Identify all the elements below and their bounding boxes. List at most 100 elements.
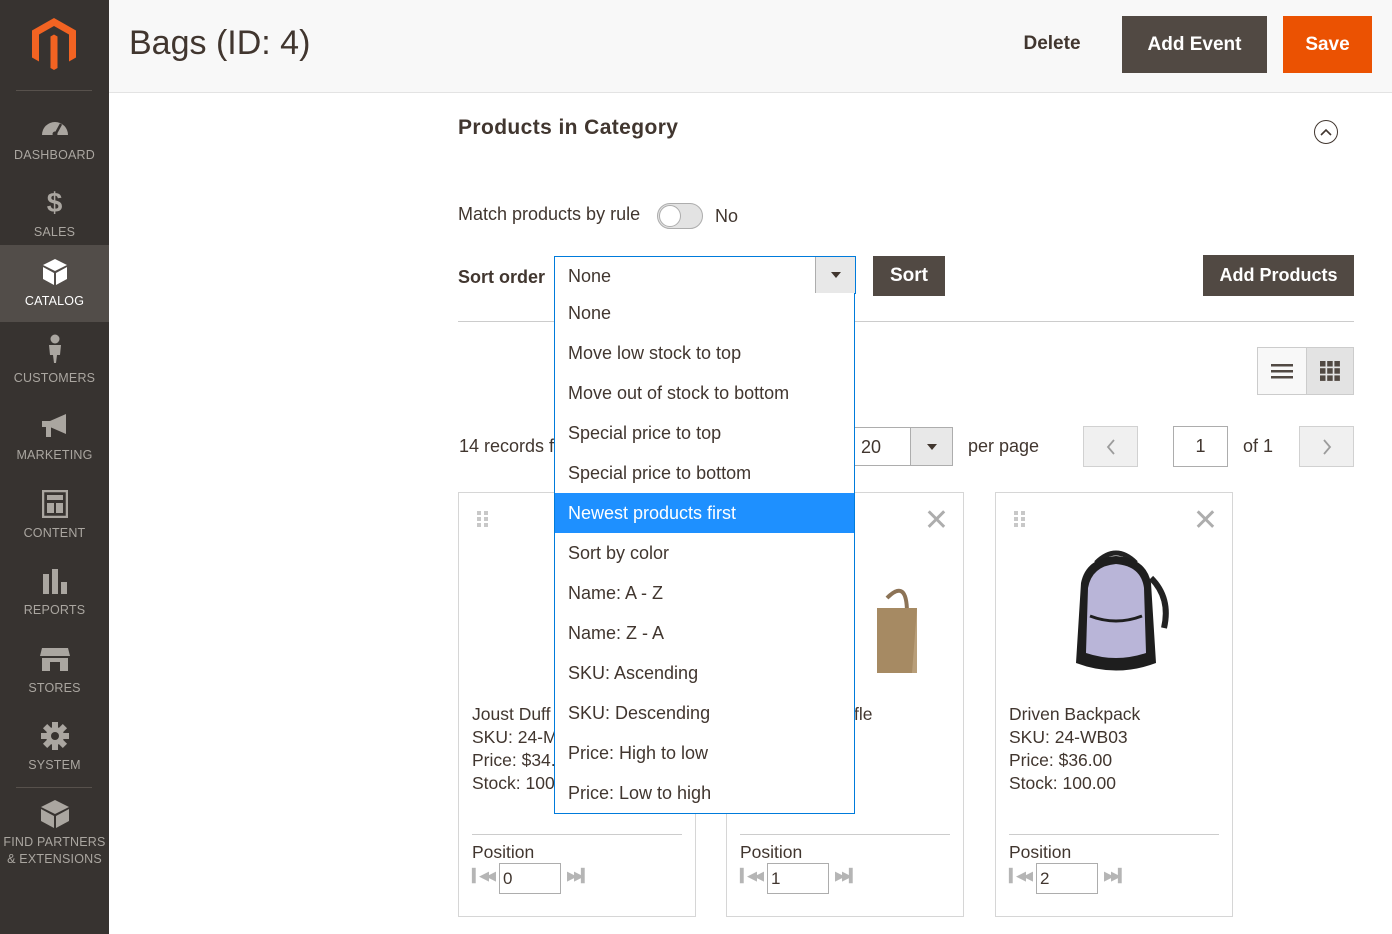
product-info: Joust Duff SKU: 24-M Price: $34. Stock: … xyxy=(472,703,558,795)
sort-order-dropdown: None Move low stock to top Move out of s… xyxy=(554,293,855,814)
product-price: Price: $34. xyxy=(472,750,556,770)
move-to-first-icon[interactable]: ▍◀◀ xyxy=(472,868,496,884)
toggle-knob xyxy=(659,205,681,227)
layout-icon xyxy=(0,489,109,519)
move-to-last-icon[interactable]: ▶▶▍ xyxy=(567,868,591,884)
page-of-label: of 1 xyxy=(1243,436,1274,456)
sort-option-highlighted[interactable]: Newest products first xyxy=(555,493,854,533)
list-view-icon[interactable] xyxy=(1258,348,1306,394)
bar-chart-icon xyxy=(0,566,109,596)
product-name: fle xyxy=(854,704,873,724)
drag-handle-icon[interactable] xyxy=(477,511,489,531)
records-count: 14 records f xyxy=(459,436,555,456)
sort-order-label: Sort order xyxy=(458,267,546,287)
sidebar-item-marketing[interactable]: MARKETING xyxy=(0,399,109,476)
product-info: fle xyxy=(854,703,872,726)
card-divider xyxy=(472,834,682,835)
chevron-left-icon xyxy=(1106,438,1115,455)
admin-sidebar: DASHBOARD $ SALES CATALOG CUSTOMERS MARK… xyxy=(0,0,109,934)
sort-option[interactable]: Price: Low to high xyxy=(555,773,854,813)
sort-option[interactable]: Special price to bottom xyxy=(555,453,854,493)
sidebar-divider xyxy=(16,787,92,788)
box-icon xyxy=(0,257,109,287)
page-number-input[interactable] xyxy=(1173,426,1228,467)
sidebar-item-sales[interactable]: $ SALES xyxy=(0,176,109,253)
product-sku: SKU: 24-WB03 xyxy=(1009,727,1128,747)
sidebar-item-stores[interactable]: STORES xyxy=(0,632,109,709)
extensions-box-icon xyxy=(0,799,109,829)
add-event-button[interactable]: Add Event xyxy=(1122,16,1267,73)
prev-page-button[interactable] xyxy=(1083,426,1138,467)
chevron-down-icon[interactable] xyxy=(815,257,855,293)
position-label: Position xyxy=(472,842,535,862)
sort-option[interactable]: SKU: Ascending xyxy=(555,653,854,693)
drag-handle-icon[interactable] xyxy=(1014,511,1026,531)
card-divider xyxy=(1009,834,1219,835)
move-to-first-icon[interactable]: ▍◀◀ xyxy=(740,868,764,884)
close-icon[interactable]: ✕ xyxy=(924,506,949,536)
sort-option[interactable]: Sort by color xyxy=(555,533,854,573)
dashboard-icon xyxy=(0,111,109,141)
sidebar-divider xyxy=(16,90,92,91)
product-name: Joust Duff xyxy=(472,704,551,724)
position-label: Position xyxy=(740,842,803,862)
match-products-label: Match products by rule xyxy=(458,204,641,224)
grid-view-icon[interactable] xyxy=(1305,348,1353,394)
chevron-right-icon xyxy=(1322,438,1331,455)
product-card: ✕ Driven Backpack SKU: 24-WB03 Price: $3… xyxy=(995,492,1233,917)
sidebar-item-customers[interactable]: CUSTOMERS xyxy=(0,322,109,399)
chevron-down-icon[interactable] xyxy=(910,428,952,465)
product-info: Driven Backpack SKU: 24-WB03 Price: $36.… xyxy=(1009,703,1140,795)
move-to-first-icon[interactable]: ▍◀◀ xyxy=(1009,868,1033,884)
card-divider xyxy=(740,834,950,835)
match-products-value: No xyxy=(715,206,739,226)
sort-option[interactable]: None xyxy=(555,293,854,333)
collapse-chevron-up-icon[interactable] xyxy=(1314,120,1338,144)
delete-button[interactable]: Delete xyxy=(1002,18,1102,70)
sidebar-item-content[interactable]: CONTENT xyxy=(0,477,109,554)
product-stock: Stock: 100.00 xyxy=(1009,773,1117,793)
sidebar-item-catalog[interactable]: CATALOG xyxy=(0,245,109,322)
person-icon xyxy=(0,334,109,364)
sort-option[interactable]: Price: High to low xyxy=(555,733,854,773)
position-input[interactable] xyxy=(767,863,829,894)
sort-option[interactable]: Move low stock to top xyxy=(555,333,854,373)
magento-logo-icon[interactable] xyxy=(30,16,78,72)
sort-order-select[interactable]: None xyxy=(554,256,856,294)
sort-option[interactable]: Move out of stock to bottom xyxy=(555,373,854,413)
store-icon xyxy=(0,644,109,674)
sort-option[interactable]: Name: Z - A xyxy=(555,613,854,653)
page-title: Bags (ID: 4) xyxy=(129,24,311,62)
add-products-button[interactable]: Add Products xyxy=(1203,255,1354,296)
sort-option[interactable]: Name: A - Z xyxy=(555,573,854,613)
position-input[interactable] xyxy=(499,863,561,894)
sidebar-item-reports[interactable]: REPORTS xyxy=(0,554,109,631)
product-stock: Stock: 100 xyxy=(472,773,555,793)
view-mode-toggle xyxy=(1257,347,1354,395)
sort-button[interactable]: Sort xyxy=(873,256,945,296)
dollar-icon: $ xyxy=(46,187,63,218)
per-page-select[interactable]: 20 xyxy=(851,427,953,466)
sort-option[interactable]: Special price to top xyxy=(555,413,854,453)
product-sku: SKU: 24-M xyxy=(472,727,558,747)
gear-icon xyxy=(0,721,109,751)
sort-option[interactable]: SKU: Descending xyxy=(555,693,854,733)
section-title[interactable]: Products in Category xyxy=(458,116,678,140)
save-button[interactable]: Save xyxy=(1283,16,1372,73)
move-to-last-icon[interactable]: ▶▶▍ xyxy=(1104,868,1128,884)
sidebar-item-dashboard[interactable]: DASHBOARD xyxy=(0,99,109,176)
product-name: Driven Backpack xyxy=(1009,704,1141,724)
next-page-button[interactable] xyxy=(1299,426,1354,467)
position-input[interactable] xyxy=(1036,863,1098,894)
product-price: Price: $36.00 xyxy=(1009,750,1113,770)
close-icon[interactable]: ✕ xyxy=(1193,506,1218,536)
page-header: Bags (ID: 4) Delete Add Event Save xyxy=(109,0,1392,93)
sort-order-value: None xyxy=(568,266,612,286)
megaphone-icon xyxy=(0,411,109,441)
move-to-last-icon[interactable]: ▶▶▍ xyxy=(835,868,859,884)
product-image xyxy=(1046,538,1186,688)
position-label: Position xyxy=(1009,842,1072,862)
sidebar-item-find-partners[interactable]: FIND PARTNERS & EXTENSIONS xyxy=(0,795,109,875)
sidebar-item-system[interactable]: SYSTEM xyxy=(0,709,109,786)
match-products-toggle[interactable] xyxy=(657,203,703,229)
